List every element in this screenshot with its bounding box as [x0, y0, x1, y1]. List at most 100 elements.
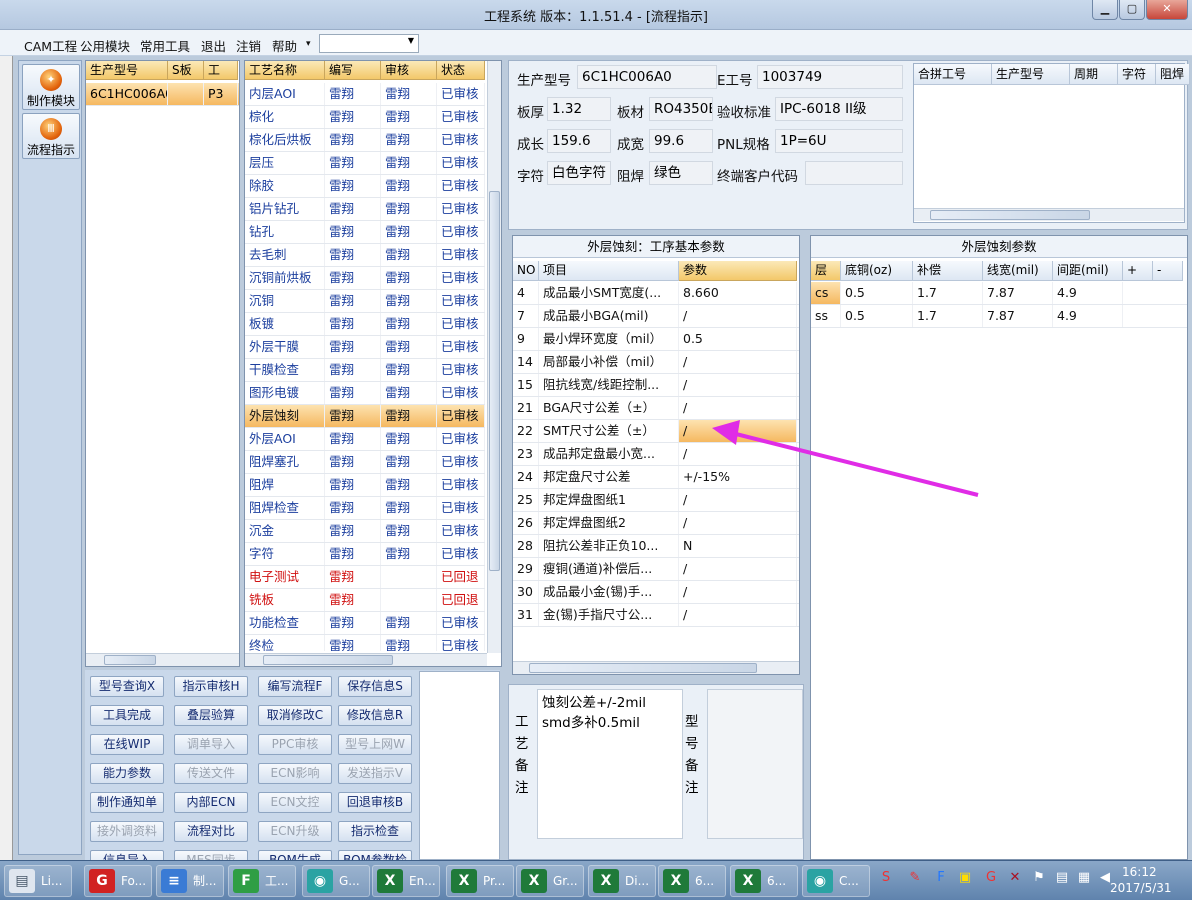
table-row[interactable]: 字符 雷翔 雷翔 已审核: [245, 543, 485, 566]
table-row[interactable]: 31 金(锡)手指尺寸公... /: [513, 604, 799, 627]
scroll-thumb[interactable]: [104, 655, 156, 665]
table-row[interactable]: 4 成品最小SMT宽度(... 8.660: [513, 282, 799, 305]
table-row[interactable]: 棕化后烘板 雷翔 雷翔 已审核: [245, 129, 485, 152]
action-button[interactable]: 取消修改C: [258, 705, 332, 726]
model-col-header[interactable]: 工: [204, 61, 238, 80]
process-col-header[interactable]: 编写: [325, 61, 381, 80]
close-button[interactable]: ✕: [1146, 0, 1188, 20]
table-row[interactable]: 板镀 雷翔 雷翔 已审核: [245, 313, 485, 336]
table-row[interactable]: 26 邦定焊盘图纸2/: [513, 512, 799, 535]
model-field[interactable]: 6C1HC006A0: [577, 65, 717, 89]
taskbar-button[interactable]: ▤ Li...: [4, 865, 72, 897]
table-row[interactable]: 阻焊 雷翔 雷翔 已审核: [245, 474, 485, 497]
action-button[interactable]: 工具完成: [90, 705, 164, 726]
width-field[interactable]: 99.6: [649, 129, 713, 153]
menu-exit[interactable]: 退出: [201, 36, 226, 55]
char-field[interactable]: 白色字符: [547, 161, 611, 185]
taskbar-button[interactable]: X Pr...: [446, 865, 514, 897]
model-col-header[interactable]: 生产型号: [86, 61, 168, 80]
taskbar-button[interactable]: X 6...: [658, 865, 726, 897]
menu-common-module[interactable]: 公用模块: [80, 36, 130, 55]
table-row[interactable]: 6C1HC006A0 P3: [86, 83, 239, 106]
taskbar-button[interactable]: ◉ C...: [802, 865, 870, 897]
scroll-thumb[interactable]: [489, 191, 500, 571]
table-row[interactable]: 内层AOI 雷翔 雷翔 已审核: [245, 83, 485, 106]
cust-field[interactable]: [805, 161, 903, 185]
table-row[interactable]: 功能检查 雷翔 雷翔 已审核: [245, 612, 485, 635]
combine-hscroll[interactable]: [914, 208, 1184, 221]
table-row[interactable]: 28 阻抗公差非正负10... N: [513, 535, 799, 558]
action-button[interactable]: 型号查询X: [90, 676, 164, 697]
scroll-thumb[interactable]: [930, 210, 1090, 220]
param-col-header[interactable]: 参数: [679, 261, 797, 281]
table-row[interactable]: cs 0.5 1.7 7.87 4.9: [811, 282, 1187, 305]
table-row[interactable]: 干膜检查 雷翔 雷翔 已审核: [245, 359, 485, 382]
standard-field[interactable]: IPC-6018 II级: [775, 97, 903, 121]
scroll-thumb[interactable]: [529, 663, 757, 673]
action-button[interactable]: 流程对比: [174, 821, 248, 842]
table-row[interactable]: 7 成品最小BGA(mil) /: [513, 305, 799, 328]
taskbar-button[interactable]: X En...: [372, 865, 440, 897]
taskbar-button[interactable]: G Fo...: [84, 865, 152, 897]
etch-col-header[interactable]: -: [1153, 261, 1183, 281]
table-row[interactable]: 外层干膜 雷翔 雷翔 已审核: [245, 336, 485, 359]
taskbar-button[interactable]: X 6...: [730, 865, 798, 897]
etch-col-header[interactable]: +: [1123, 261, 1153, 281]
action-button[interactable]: 内部ECN: [174, 792, 248, 813]
mask-field[interactable]: 绿色: [649, 161, 713, 185]
g-tray-icon[interactable]: G: [982, 869, 1000, 887]
table-row[interactable]: 图形电镀 雷翔 雷翔 已审核: [245, 382, 485, 405]
action-button[interactable]: 保存信息S: [338, 676, 412, 697]
etch-col-header[interactable]: 间距(mil): [1053, 261, 1123, 281]
table-row[interactable]: ss 0.5 1.7 7.87 4.9: [811, 305, 1187, 328]
menu-logout[interactable]: 注销: [236, 36, 261, 55]
eno-field[interactable]: 1003749: [757, 65, 903, 89]
action-button[interactable]: 在线WIP: [90, 734, 164, 755]
table-row[interactable]: 电子测试 雷翔 已回退: [245, 566, 485, 589]
action-button[interactable]: 叠层验算: [174, 705, 248, 726]
material-field[interactable]: RO4350B: [649, 97, 713, 121]
action-button[interactable]: 编写流程F: [258, 676, 332, 697]
table-row[interactable]: 15 阻抗线宽/线距控制... /: [513, 374, 799, 397]
combine-col-header[interactable]: 字符: [1118, 64, 1156, 85]
table-row[interactable]: 沉铜前烘板 雷翔 雷翔 已审核: [245, 267, 485, 290]
x-tray-icon[interactable]: ✕: [1006, 869, 1024, 887]
pen-tray-icon[interactable]: ✎: [906, 869, 924, 887]
process-list-vscroll[interactable]: [487, 61, 501, 653]
length-field[interactable]: 159.6: [547, 129, 611, 153]
action-button[interactable]: 回退审核B: [338, 792, 412, 813]
menu-more-icon[interactable]: ▾: [306, 39, 311, 49]
action-button[interactable]: 制作通知单: [90, 792, 164, 813]
etch-col-header[interactable]: 线宽(mil): [983, 261, 1053, 281]
toolbar-make-module-button[interactable]: ✦ 制作模块: [22, 64, 80, 110]
param-col-header[interactable]: NO: [513, 261, 539, 281]
clock-date[interactable]: 2017/5/31: [1110, 881, 1172, 895]
process-col-header[interactable]: 审核: [381, 61, 437, 80]
table-row[interactable]: 外层蚀刻 雷翔 雷翔 已审核: [245, 405, 485, 428]
scroll-thumb[interactable]: [263, 655, 393, 665]
menu-combo[interactable]: ▼: [319, 34, 419, 53]
param-col-header[interactable]: 项目: [539, 261, 679, 281]
f-tray-icon[interactable]: F: [932, 869, 950, 887]
maximize-button[interactable]: ▢: [1119, 0, 1145, 20]
model-note-field[interactable]: [707, 689, 803, 839]
table-row[interactable]: 14 局部最小补偿（mil） /: [513, 351, 799, 374]
table-row[interactable]: 9 最小焊环宽度（mil） 0.5: [513, 328, 799, 351]
menu-help[interactable]: 帮助: [272, 36, 297, 55]
taskbar-button[interactable]: X Di...: [588, 865, 656, 897]
taskbar-button[interactable]: ◉ G...: [302, 865, 370, 897]
table-row[interactable]: 去毛刺 雷翔 雷翔 已审核: [245, 244, 485, 267]
minimize-button[interactable]: ▁: [1092, 0, 1118, 20]
combine-col-header[interactable]: 生产型号: [992, 64, 1070, 85]
model-col-header[interactable]: S板: [168, 61, 204, 80]
process-col-header[interactable]: 工艺名称: [245, 61, 325, 80]
taskbar-button[interactable]: X Gr...: [516, 865, 584, 897]
table-row[interactable]: 铝片钻孔 雷翔 雷翔 已审核: [245, 198, 485, 221]
taskbar-button[interactable]: F 工...: [228, 865, 296, 897]
basic-params-hscroll[interactable]: [513, 661, 799, 674]
action-button[interactable]: 指示审核H: [174, 676, 248, 697]
action-button[interactable]: 指示检查: [338, 821, 412, 842]
menu-tools[interactable]: 常用工具: [140, 36, 190, 55]
etch-col-header[interactable]: 底铜(oz): [841, 261, 913, 281]
pnl-field[interactable]: 1P=6U: [775, 129, 903, 153]
